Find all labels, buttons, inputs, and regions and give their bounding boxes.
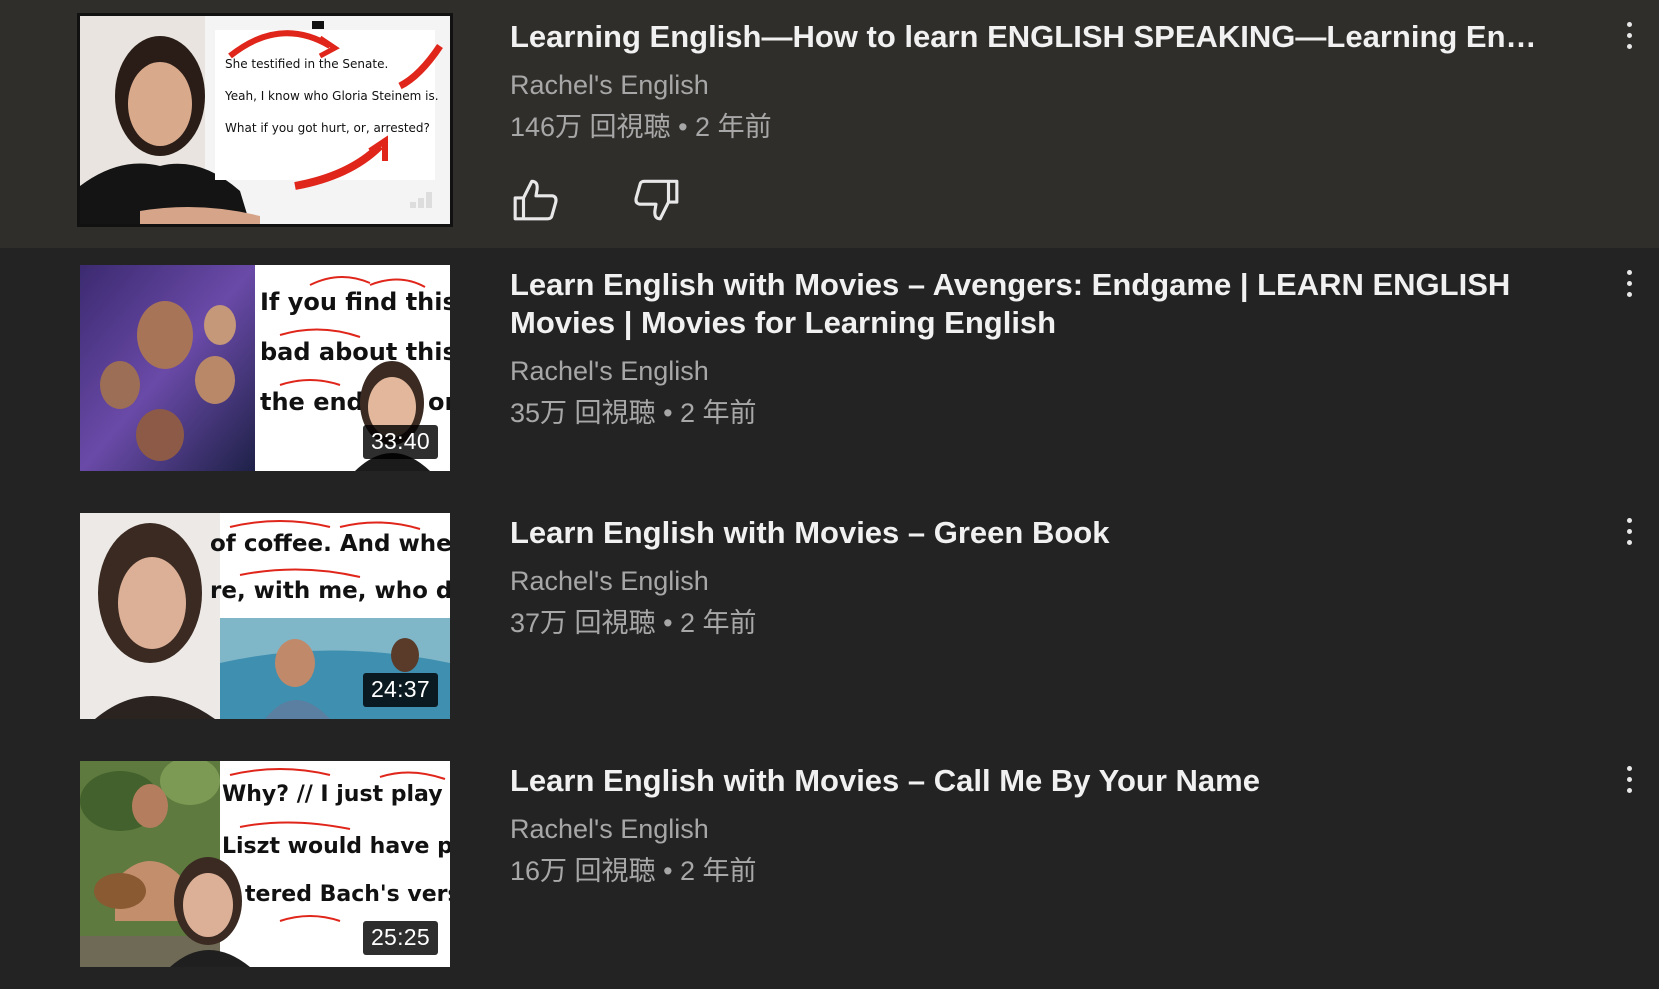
- thumb-line-4-3: tered Bach's versi: [245, 882, 450, 907]
- thumb-down-icon: [634, 179, 679, 221]
- video-item-2[interactable]: If you find this re bad about this. F th…: [0, 248, 1659, 496]
- duration-badge: 25:25: [362, 921, 438, 955]
- thumb-line-1-3: What if you got hurt, or, arrested?: [225, 121, 430, 135]
- upload-age: 2 年前: [695, 112, 772, 142]
- video-thumbnail-1[interactable]: She testified in the Senate. Yeah, I kno…: [80, 16, 450, 224]
- meta-separator: •: [663, 856, 673, 886]
- view-count: 37万 回視聴: [510, 608, 656, 638]
- video-info-1: Learning English—How to learn ENGLISH SP…: [510, 18, 1540, 144]
- thumb-line-2-3: the end.: [260, 388, 373, 416]
- thumb-line-4-1: Why? // I just play: [222, 782, 443, 807]
- video-info-2: Learn English with Movies – Avengers: En…: [510, 266, 1540, 430]
- video-title[interactable]: Learn English with Movies – Call Me By Y…: [510, 762, 1540, 800]
- video-thumbnail-3[interactable]: of coffee. And where re, with me, who di…: [80, 513, 450, 719]
- video-title[interactable]: Learn English with Movies – Green Book: [510, 514, 1540, 552]
- video-title[interactable]: Learn English with Movies – Avengers: En…: [510, 266, 1540, 342]
- more-vert-icon[interactable]: [1619, 516, 1639, 548]
- thumb-line-3-2: re, with me, who did: [210, 578, 450, 604]
- video-item-4[interactable]: Why? // I just play Liszt would have pl …: [0, 744, 1659, 989]
- channel-name[interactable]: Rachel's English: [510, 812, 1540, 846]
- more-vert-icon[interactable]: [1619, 268, 1639, 300]
- more-vert-icon[interactable]: [1619, 764, 1639, 796]
- thumb-line-1-1: She testified in the Senate.: [225, 57, 388, 71]
- thumb-line-2-4: or: [428, 388, 450, 416]
- video-meta: 146万 回視聴 • 2 年前: [510, 110, 1540, 144]
- view-count: 16万 回視聴: [510, 856, 656, 886]
- meta-separator: •: [663, 608, 673, 638]
- thumb-line-2-1: If you find this re: [260, 288, 450, 316]
- video-meta: 35万 回視聴 • 2 年前: [510, 396, 1540, 430]
- like-button[interactable]: [510, 175, 562, 225]
- video-title[interactable]: Learning English—How to learn ENGLISH SP…: [510, 18, 1540, 56]
- upload-age: 2 年前: [680, 608, 757, 638]
- thumbnail-image-1: She testified in the Senate. Yeah, I kno…: [80, 16, 450, 224]
- dislike-button[interactable]: [630, 175, 682, 225]
- view-count: 35万 回視聴: [510, 398, 656, 428]
- video-item-3[interactable]: of coffee. And where re, with me, who di…: [0, 496, 1659, 744]
- channel-name[interactable]: Rachel's English: [510, 564, 1540, 598]
- thumb-line-4-2: Liszt would have pl: [222, 834, 450, 859]
- duration-badge: 33:40: [362, 425, 438, 459]
- video-meta: 37万 回視聴 • 2 年前: [510, 606, 1540, 640]
- video-item-1[interactable]: She testified in the Senate. Yeah, I kno…: [0, 0, 1659, 248]
- video-list: She testified in the Senate. Yeah, I kno…: [0, 0, 1659, 989]
- upload-age: 2 年前: [680, 398, 757, 428]
- video-info-4: Learn English with Movies – Call Me By Y…: [510, 762, 1540, 888]
- thumb-line-2-2: bad about this. F: [260, 338, 450, 366]
- upload-age: 2 年前: [680, 856, 757, 886]
- video-meta: 16万 回視聴 • 2 年前: [510, 854, 1540, 888]
- more-vert-icon[interactable]: [1619, 20, 1639, 52]
- meta-separator: •: [678, 112, 688, 142]
- view-count: 146万 回視聴: [510, 112, 671, 142]
- thumb-line-1-2: Yeah, I know who Gloria Steinem is.: [224, 89, 439, 103]
- thumb-line-3-1: of coffee. And where: [210, 531, 450, 557]
- video-thumbnail-2[interactable]: If you find this re bad about this. F th…: [80, 265, 450, 471]
- thumb-up-icon: [513, 179, 558, 221]
- video-thumbnail-4[interactable]: Why? // I just play Liszt would have pl …: [80, 761, 450, 967]
- video-info-3: Learn English with Movies – Green Book R…: [510, 514, 1540, 640]
- channel-name[interactable]: Rachel's English: [510, 354, 1540, 388]
- channel-name[interactable]: Rachel's English: [510, 68, 1540, 102]
- duration-badge: 24:37: [362, 673, 438, 707]
- meta-separator: •: [663, 398, 673, 428]
